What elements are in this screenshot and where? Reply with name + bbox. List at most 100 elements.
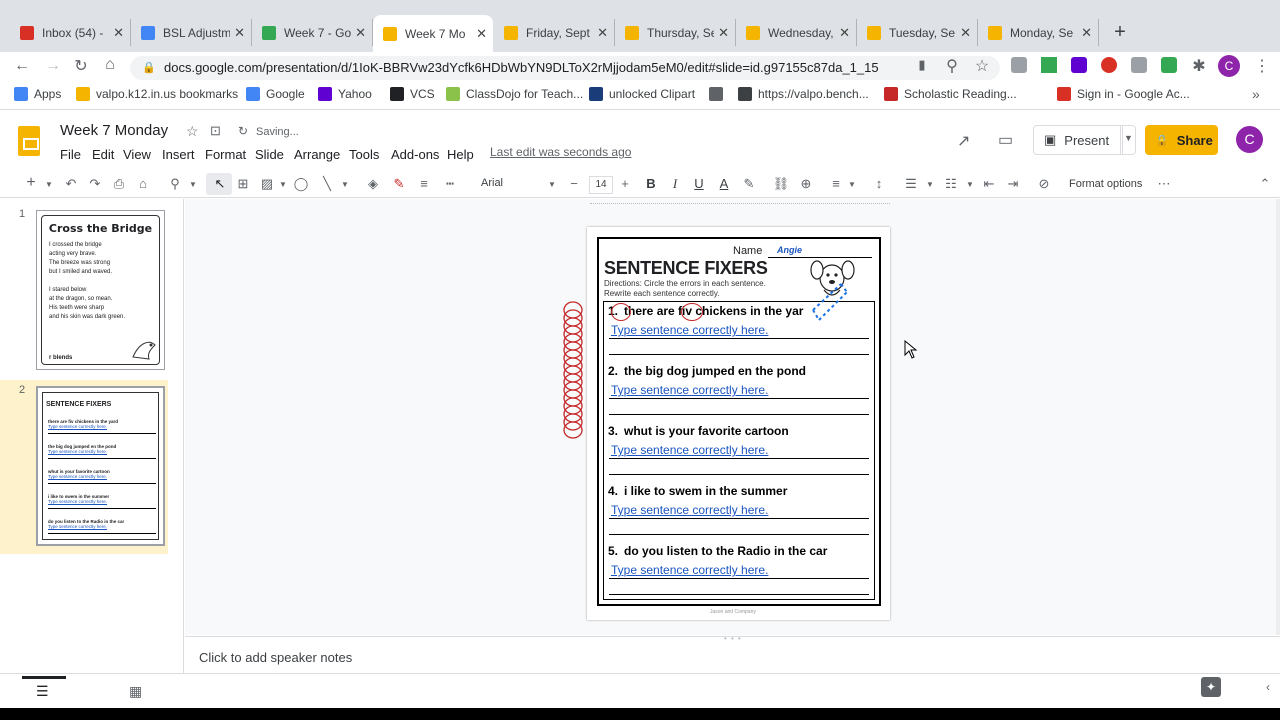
format-options-button[interactable]: Format options (1069, 178, 1142, 190)
home-icon[interactable]: ⌂ (100, 56, 120, 74)
new-tab-button[interactable]: + (1109, 21, 1131, 43)
sentence-answer-field[interactable]: Type sentence correctly here. (611, 503, 768, 517)
extension-icon[interactable] (1071, 57, 1087, 73)
fill-color-icon[interactable]: ◈ (364, 176, 382, 192)
lock-icon[interactable]: 🔒 (142, 61, 156, 74)
close-icon[interactable]: ✕ (597, 25, 608, 41)
account-avatar[interactable]: C (1236, 126, 1263, 153)
share-button[interactable]: 🔒 Share (1145, 125, 1218, 155)
present-button[interactable]: ▣ Present (1033, 125, 1123, 155)
browser-tab[interactable]: Tuesday, Se ✕ (857, 19, 978, 46)
menu-file[interactable]: File (60, 147, 81, 162)
text-box-icon[interactable]: ⊞ (234, 176, 252, 192)
decrease-font-size-icon[interactable]: − (565, 176, 583, 191)
border-weight-icon[interactable]: ≡ (415, 176, 433, 191)
forward-icon[interactable]: → (43, 57, 63, 75)
back-icon[interactable]: ← (12, 57, 32, 75)
sentence-answer-field[interactable]: Type sentence correctly here. (611, 323, 768, 337)
paint-format-icon[interactable]: ⌂ (134, 176, 152, 191)
address-bar[interactable]: docs.google.com/presentation/d/1IoK-BBRV… (130, 56, 1000, 80)
extensions-puzzle-icon[interactable]: ✱ (1189, 56, 1209, 76)
move-folder-icon[interactable]: ⊡ (210, 123, 221, 139)
extension-icon[interactable] (1131, 57, 1147, 73)
line-icon[interactable]: ╲ (318, 176, 336, 192)
zoom-icon[interactable]: ⚲ (942, 56, 962, 76)
new-slide-icon[interactable]: + (22, 174, 40, 192)
circle-stamps[interactable] (560, 300, 586, 446)
error-circle[interactable] (611, 303, 631, 321)
close-icon[interactable]: ✕ (1081, 25, 1092, 41)
sentence-answer-field[interactable]: Type sentence correctly here. (611, 443, 768, 457)
document-title[interactable]: Week 7 Monday (60, 122, 168, 139)
link-icon[interactable]: ⛓ (772, 176, 790, 192)
slide-thumbnail-1[interactable]: Cross the Bridge I crossed the bridge act… (36, 210, 165, 370)
zoom-icon[interactable]: ⚲ (166, 176, 184, 192)
redo-icon[interactable]: ↷ (86, 176, 104, 192)
error-circle[interactable] (681, 303, 703, 321)
browser-tab[interactable]: Wednesday, ✕ (736, 19, 857, 46)
chevron-down-icon[interactable]: ▼ (843, 180, 861, 189)
last-edit-link[interactable]: Last edit was seconds ago (490, 145, 631, 159)
browser-tab[interactable]: BSL Adjustm ✕ (131, 19, 252, 46)
chevron-down-icon[interactable]: ▼ (336, 180, 354, 189)
comments-icon[interactable]: ▭ (998, 130, 1013, 150)
menu-slide[interactable]: Slide (255, 147, 284, 162)
font-size-input[interactable]: 14 (589, 176, 613, 194)
bookmark-item[interactable]: Apps (14, 87, 61, 101)
comment-add-icon[interactable]: ⊕ (797, 176, 815, 192)
bookmark-star-icon[interactable]: ☆ (972, 56, 992, 76)
menu-view[interactable]: View (123, 147, 151, 162)
chevron-down-icon[interactable]: ▼ (40, 180, 58, 189)
chevron-down-icon[interactable]: ▼ (543, 180, 561, 189)
browser-tab[interactable]: Week 7 - Go ✕ (252, 19, 373, 46)
profile-avatar[interactable]: C (1218, 55, 1240, 77)
menu-arrange[interactable]: Arrange (294, 147, 340, 162)
bookmark-item[interactable]: unlocked Clipart (589, 87, 695, 101)
close-icon[interactable]: ✕ (113, 25, 124, 41)
text-color-icon[interactable]: A (715, 176, 733, 191)
select-cursor-icon[interactable]: ↖ (211, 176, 229, 192)
camera-blocked-icon[interactable]: ▮ (912, 57, 932, 73)
bulleted-list-icon[interactable]: ☷ (942, 176, 960, 192)
browser-tab[interactable]: Thursday, Se ✕ (615, 19, 736, 46)
bookmark-item[interactable]: valpo.k12.in.us bookmarks (76, 87, 238, 101)
extension-icon[interactable] (1041, 57, 1057, 73)
close-icon[interactable]: ✕ (476, 26, 487, 42)
sentence-answer-field[interactable]: Type sentence correctly here. (611, 563, 768, 577)
more-bookmarks-icon[interactable]: » (1252, 86, 1260, 102)
selection-handles[interactable] (803, 278, 851, 326)
italic-icon[interactable]: I (666, 176, 684, 192)
menu-help[interactable]: Help (447, 147, 474, 162)
border-dash-icon[interactable]: ┅ (441, 176, 459, 192)
slide-thumbnail-2[interactable]: SENTENCE FIXERS there are fiv chickens i… (36, 386, 165, 546)
shape-icon[interactable]: ◯ (292, 176, 310, 192)
speaker-notes-placeholder[interactable]: Click to add speaker notes (199, 650, 352, 665)
menu-tools[interactable]: Tools (349, 147, 379, 162)
more-options-icon[interactable]: ⋯ (1155, 176, 1173, 192)
close-icon[interactable]: ✕ (839, 25, 850, 41)
extension-icon[interactable] (1101, 57, 1117, 73)
menu-edit[interactable]: Edit (92, 147, 114, 162)
side-panel-toggle-icon[interactable]: ‹ (1266, 680, 1270, 694)
browser-menu-icon[interactable]: ⋮ (1252, 56, 1272, 76)
bookmark-item[interactable]: Google (246, 87, 305, 101)
line-spacing-icon[interactable]: ↕ (870, 176, 888, 191)
browser-tab[interactable]: Friday, Sept ✕ (494, 19, 615, 46)
bold-icon[interactable]: B (642, 176, 660, 191)
underline-icon[interactable]: U (690, 176, 708, 191)
browser-tab[interactable]: Inbox (54) - ✕ (10, 19, 131, 46)
menu-format[interactable]: Format (205, 147, 246, 162)
slides-logo-icon[interactable] (18, 126, 40, 156)
highlight-icon[interactable]: ✎ (740, 176, 758, 192)
name-value[interactable]: Angie (777, 245, 802, 255)
close-icon[interactable]: ✕ (355, 25, 366, 41)
menu-insert[interactable]: Insert (162, 147, 195, 162)
font-family-select[interactable]: Arial (481, 177, 503, 189)
bookmark-item[interactable]: Sign in - Google Ac... (1057, 87, 1190, 101)
notes-resize-handle[interactable]: • • • (724, 634, 742, 643)
reload-icon[interactable]: ↻ (71, 56, 91, 76)
chevron-down-icon[interactable]: ▼ (961, 180, 979, 189)
menu-add-ons[interactable]: Add-ons (391, 147, 439, 162)
bookmark-item[interactable]: VCS (390, 87, 435, 101)
activity-trend-icon[interactable]: ↗ (957, 131, 970, 151)
